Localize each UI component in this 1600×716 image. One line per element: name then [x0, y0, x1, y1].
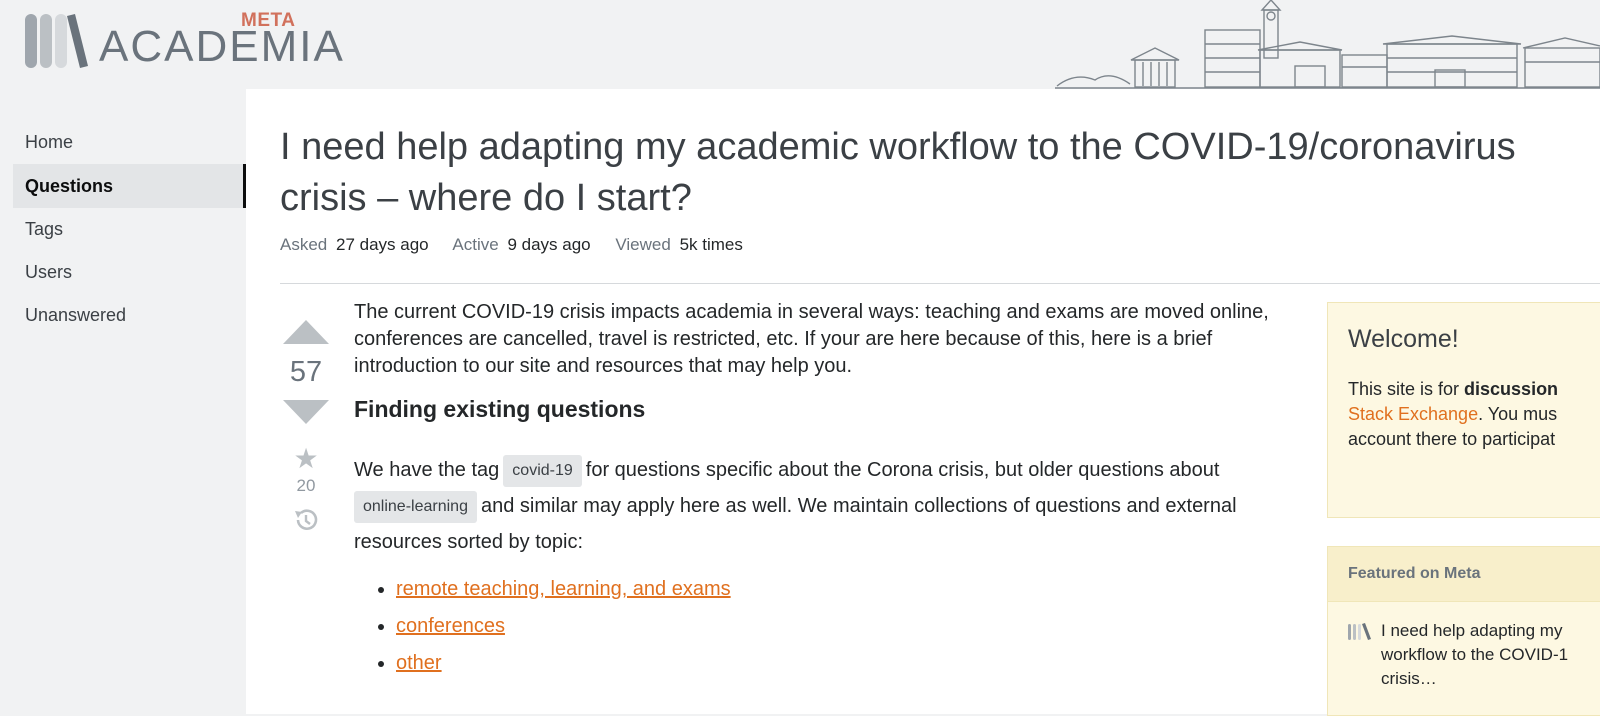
tag-text-2: for questions specific about the Corona … — [585, 459, 1220, 481]
welcome-line1-bold: discussion — [1464, 379, 1559, 399]
featured-on-meta-widget: Featured on Meta I need help adapting my… — [1327, 546, 1600, 716]
left-sidebar-nav: Home Questions Tags Users Unanswered — [0, 89, 247, 714]
viewed-value: 5k times — [679, 235, 743, 254]
title-divider — [280, 283, 1600, 284]
sidebar-item-questions[interactable]: Questions — [13, 164, 247, 208]
welcome-line1-prefix: This site is for — [1348, 379, 1465, 399]
favorite-star-icon[interactable]: ★ — [280, 444, 332, 474]
tag-paragraph: We have the tag covid-19 for questions spe… — [354, 452, 1294, 560]
sidebar-item-users[interactable]: Users — [13, 250, 247, 294]
list-item: conferences — [396, 613, 1294, 640]
vote-count: 57 — [289, 356, 323, 388]
featured-header: Featured on Meta — [1328, 547, 1600, 602]
stack-exchange-link[interactable]: Stack Exchange — [1348, 404, 1478, 424]
welcome-text: This site is for discussion Stack Exchan… — [1348, 377, 1586, 452]
welcome-line2-rest: . You mus — [1478, 404, 1558, 424]
history-icon[interactable] — [280, 506, 332, 539]
asked-label: Asked — [280, 235, 328, 254]
tag-online-learning[interactable]: online-learning — [354, 490, 477, 523]
link-conferences[interactable]: conferences — [396, 615, 505, 637]
tag-covid-19[interactable]: covid-19 — [503, 454, 582, 487]
welcome-line3: account there to participat — [1348, 429, 1556, 449]
question-body: The current COVID-19 crisis impacts acad… — [354, 299, 1294, 687]
favorite-count: 20 — [296, 476, 316, 495]
intro-paragraph: The current COVID-19 crisis impacts acad… — [354, 301, 1269, 377]
downvote-arrow-icon[interactable] — [283, 400, 329, 424]
academia-logo-icon — [25, 14, 88, 68]
upvote-arrow-icon[interactable] — [283, 320, 329, 344]
list-item: remote teaching, learning, and exams — [396, 576, 1294, 603]
campus-skyline-illustration — [1055, 0, 1600, 89]
tag-text-3: and similar may apply here as well. We m… — [354, 495, 1237, 553]
asked-value[interactable]: 27 days ago — [336, 235, 429, 254]
finding-questions-heading: Finding existing questions — [354, 396, 646, 422]
logo-academia-text: ACADEMIA — [99, 22, 345, 71]
sidebar-item-unanswered[interactable]: Unanswered — [13, 293, 247, 337]
question-stats: Asked 27 days ago Active 9 days ago View… — [280, 235, 763, 255]
sidebar-item-home[interactable]: Home — [13, 120, 247, 164]
active-label: Active — [452, 235, 499, 254]
main-content: I need help adapting my academic workflo… — [246, 89, 1600, 716]
topic-links-list: remote teaching, learning, and exams con… — [354, 576, 1294, 677]
sidebar-item-tags[interactable]: Tags — [13, 207, 247, 251]
featured-item-link[interactable]: I need help adapting my workflow to the … — [1381, 619, 1600, 691]
list-item: other — [396, 650, 1294, 677]
welcome-title: Welcome! — [1348, 325, 1459, 353]
welcome-notice: Welcome! This site is for discussion Sta… — [1327, 302, 1600, 518]
question-title[interactable]: I need help adapting my academic workflo… — [280, 122, 1560, 224]
vote-column: 57 ★ 20 — [280, 314, 332, 539]
academia-meta-icon — [1348, 623, 1371, 640]
site-header: META ACADEMIA — [0, 0, 1600, 89]
tag-text-1: We have the tag — [354, 459, 500, 481]
link-other[interactable]: other — [396, 652, 442, 674]
link-remote-teaching[interactable]: remote teaching, learning, and exams — [396, 578, 731, 600]
active-value[interactable]: 9 days ago — [507, 235, 590, 254]
viewed-label: Viewed — [615, 235, 671, 254]
